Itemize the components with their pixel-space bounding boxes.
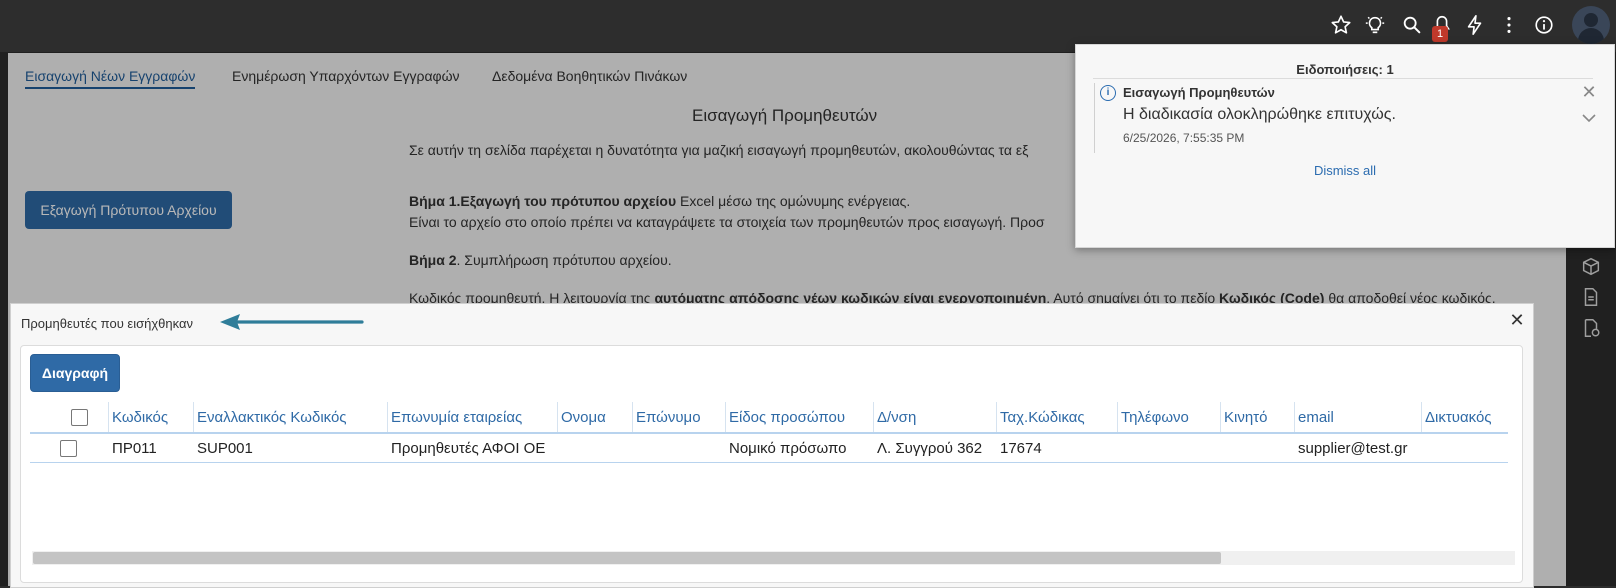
column-header[interactable]: Ονομα xyxy=(557,402,631,432)
document-settings-icon[interactable] xyxy=(1580,317,1602,339)
table-cell xyxy=(1220,434,1295,462)
notifications-panel: Ειδοποιήσεις: 1 i Εισαγωγή Προμηθευτών Η… xyxy=(1075,44,1615,248)
package-icon[interactable] xyxy=(1580,255,1602,277)
bolt-icon[interactable] xyxy=(1462,12,1488,38)
notification-badge: 1 xyxy=(1432,26,1448,42)
dismiss-all-link[interactable]: Dismiss all xyxy=(1076,163,1614,178)
imported-suppliers-dialog: Προμηθευτές που εισήχθηκαν ✕ Διαγραφή Κω… xyxy=(10,303,1534,588)
table-cell: Προμηθευτές ΑΦΟΙ ΟΕ xyxy=(391,439,546,457)
close-icon[interactable]: ✕ xyxy=(1507,310,1527,330)
lightbulb-icon[interactable] xyxy=(1362,12,1388,38)
column-header[interactable]: Τηλέφωνο xyxy=(1117,402,1220,432)
table-cell xyxy=(632,434,724,462)
notifications-title: Ειδοποιήσεις: 1 xyxy=(1296,62,1394,77)
annotation-arrow xyxy=(220,314,364,330)
column-header[interactable]: Ταχ.Κώδικας xyxy=(996,402,1117,432)
info-icon[interactable] xyxy=(1531,12,1557,38)
row-checkbox[interactable] xyxy=(60,439,77,457)
grid-container: Διαγραφή Κωδικός Εναλλακτικός Κωδικός Επ… xyxy=(20,345,1523,583)
scrollbar-thumb[interactable] xyxy=(33,552,1221,564)
table-cell: 17674 xyxy=(1000,439,1042,457)
table-cell: supplier@test.gr xyxy=(1298,439,1408,457)
table-cell: SUP001 xyxy=(197,439,253,457)
page-title: Εισαγωγή Προμηθευτών xyxy=(692,106,878,125)
dialog-title: Προμηθευτές που εισήχθηκαν xyxy=(21,316,193,331)
table-cell: Νομικό πρόσωπο xyxy=(729,439,847,457)
tab-update-records[interactable]: Ενημέρωση Υπαρχόντων Εγγραφών xyxy=(232,68,460,84)
more-icon[interactable] xyxy=(1496,12,1522,38)
table-cell: Λ. Συγγρού 362 xyxy=(877,439,983,457)
divider xyxy=(1094,83,1095,153)
delete-button[interactable]: Διαγραφή xyxy=(30,354,120,392)
table-row[interactable]: ΠΡ011 SUP001 Προμηθευτές ΑΦΟΙ ΟΕ Νομικό … xyxy=(30,434,1508,463)
star-icon[interactable] xyxy=(1328,12,1354,38)
column-header[interactable]: Κινητό xyxy=(1220,402,1295,432)
tab-new-records[interactable]: Εισαγωγή Νέων Εγγραφών xyxy=(25,68,196,89)
export-template-button[interactable]: Εξαγωγή Πρότυπου Αρχείου xyxy=(25,191,232,229)
notification-message: Η διαδικασία ολοκληρώθηκε επιτυχώς. xyxy=(1123,106,1396,123)
step1-text: Βήμα 1.Εξαγωγή του πρότυπου αρχείου Exce… xyxy=(409,193,911,209)
notification-time: 6/25/2026, 7:55:35 PM xyxy=(1123,131,1245,145)
table-cell: ΠΡ011 xyxy=(112,439,157,457)
column-header[interactable]: Είδος προσώπου xyxy=(725,402,874,432)
table-cell xyxy=(1421,434,1512,462)
select-all-checkbox[interactable] xyxy=(70,408,88,426)
select-all-cell xyxy=(30,402,108,432)
document-icon[interactable] xyxy=(1580,286,1602,308)
column-header[interactable]: Επωνυμία εταιρείας xyxy=(387,402,557,432)
tab-auxiliary-data[interactable]: Δεδομένα Βοηθητικών Πινάκων xyxy=(492,68,687,84)
column-header[interactable]: Δικτυακός xyxy=(1421,402,1512,432)
column-header[interactable]: Εναλλακτικός Κωδικός xyxy=(193,402,384,432)
intro-text: Σε αυτήν τη σελίδα παρέχεται η δυνατότητ… xyxy=(409,142,1029,158)
column-header[interactable]: email xyxy=(1294,402,1418,432)
step2-text: Βήμα 2. Συμπλήρωση πρότυπου αρχείου. xyxy=(409,252,672,268)
row-select-cell xyxy=(30,434,108,462)
avatar[interactable] xyxy=(1572,6,1610,44)
info-icon: i xyxy=(1100,85,1116,101)
table-cell xyxy=(557,434,631,462)
close-icon[interactable]: ✕ xyxy=(1580,83,1598,101)
column-header[interactable]: Κωδικός xyxy=(108,402,194,432)
notification-source: Εισαγωγή Προμηθευτών xyxy=(1123,85,1275,100)
divider xyxy=(1093,78,1593,79)
column-header[interactable]: Επώνυμο xyxy=(632,402,724,432)
search-icon[interactable] xyxy=(1399,12,1425,38)
table-cell xyxy=(1117,434,1220,462)
chevron-down-icon[interactable] xyxy=(1580,109,1598,127)
grid-header: Κωδικός Εναλλακτικός Κωδικός Επωνυμία ετ… xyxy=(30,402,1508,434)
column-header[interactable]: Δ/νση xyxy=(873,402,996,432)
horizontal-scrollbar[interactable] xyxy=(32,551,1515,565)
step1-description: Είναι το αρχείο στο οποίο πρέπει να κατα… xyxy=(409,214,1045,230)
